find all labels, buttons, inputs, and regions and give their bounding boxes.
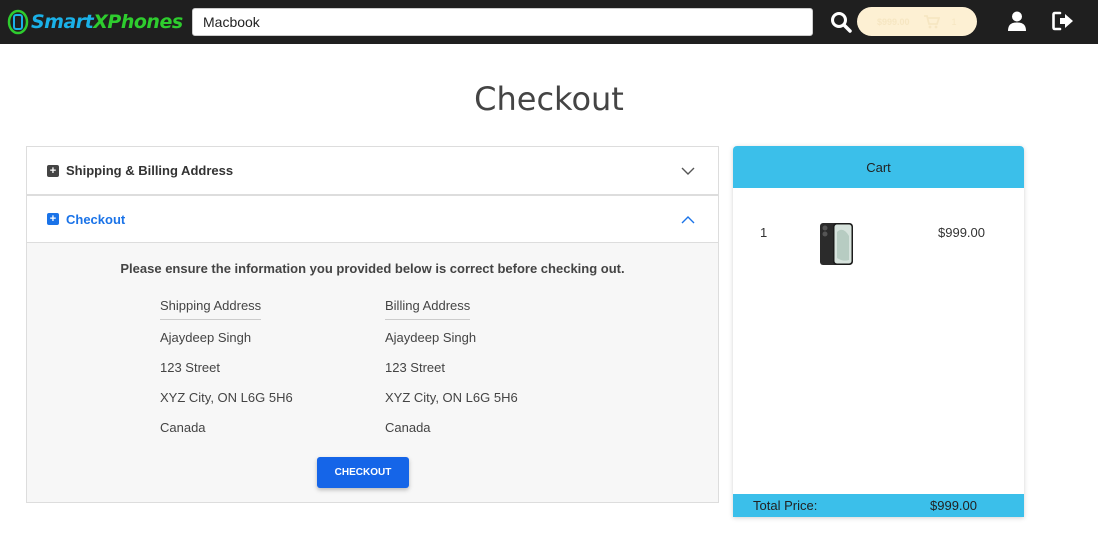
cart-icon (923, 14, 940, 28)
user-icon (1008, 11, 1026, 31)
shipping-country: Canada (160, 420, 206, 435)
search-input[interactable] (192, 8, 813, 36)
total-price-label: Total Price: (753, 498, 818, 513)
page-title: Checkout (474, 80, 624, 118)
shipping-name: Ajaydeep Singh (160, 330, 252, 345)
search-icon (831, 12, 852, 33)
cart-item: 1 $999.00 (733, 222, 1024, 268)
billing-city: XYZ City, ON L6G 5H6 (385, 390, 518, 405)
cart-header: Cart (733, 146, 1024, 188)
cart-pill-count: 1 (951, 16, 957, 27)
shipping-address-block: Shipping Address Ajaydeep Singh 123 Stre… (160, 298, 293, 448)
cart-item-quantity: 1 (760, 225, 768, 240)
logout-button[interactable] (1051, 9, 1075, 33)
checkout-button[interactable]: CHECKOUT (317, 457, 409, 488)
search-button[interactable] (828, 9, 854, 35)
brand-phones: Phones (107, 11, 183, 33)
checkout-section-header[interactable]: + Checkout (27, 195, 718, 243)
brand-x: X (93, 11, 108, 33)
plus-square-icon: + (47, 213, 59, 225)
billing-country: Canada (385, 420, 431, 435)
cart-item-price: $999.00 (938, 225, 985, 240)
phone-logo-icon (7, 9, 29, 35)
checkout-section-body: Please ensure the information you provid… (27, 243, 718, 502)
shipping-street: 123 Street (160, 360, 220, 375)
chevron-down-icon (681, 167, 695, 175)
iphone-product-image (820, 223, 853, 265)
brand-name: SmartXPhones (31, 11, 183, 33)
shipping-address-heading: Shipping Address (160, 298, 262, 320)
checkout-section-title: Checkout (66, 211, 126, 227)
plus-square-icon: + (47, 164, 59, 177)
total-price-value: $999.00 (930, 498, 977, 513)
brand-logo[interactable]: SmartXPhones (7, 8, 183, 36)
cart-total-bar: Total Price: $999.00 (733, 494, 1024, 517)
chevron-up-icon (681, 216, 695, 224)
top-navbar: SmartXPhones $999.00 1 (0, 0, 1098, 44)
user-account-button[interactable] (1005, 9, 1029, 33)
billing-street: 123 Street (385, 360, 445, 375)
shipping-city: XYZ City, ON L6G 5H6 (160, 390, 293, 405)
brand-smart: Smart (31, 11, 94, 33)
shipping-billing-title: Shipping & Billing Address (66, 163, 234, 178)
billing-name: Ajaydeep Singh (385, 330, 477, 345)
billing-address-block: Billing Address Ajaydeep Singh 123 Stree… (385, 298, 518, 448)
cart-button[interactable]: $999.00 1 (857, 7, 977, 36)
shipping-billing-header[interactable]: + Shipping & Billing Address (27, 147, 718, 195)
cart-pill-total: $999.00 (877, 16, 910, 27)
cart-summary-card: Cart 1 $999.00 Total Price: $999.00 (733, 146, 1024, 517)
logout-icon (1052, 11, 1073, 31)
confirmation-notice: Please ensure the information you provid… (120, 261, 625, 276)
billing-address-heading: Billing Address (385, 298, 471, 320)
checkout-accordion: + Shipping & Billing Address + Checkout … (26, 146, 719, 503)
